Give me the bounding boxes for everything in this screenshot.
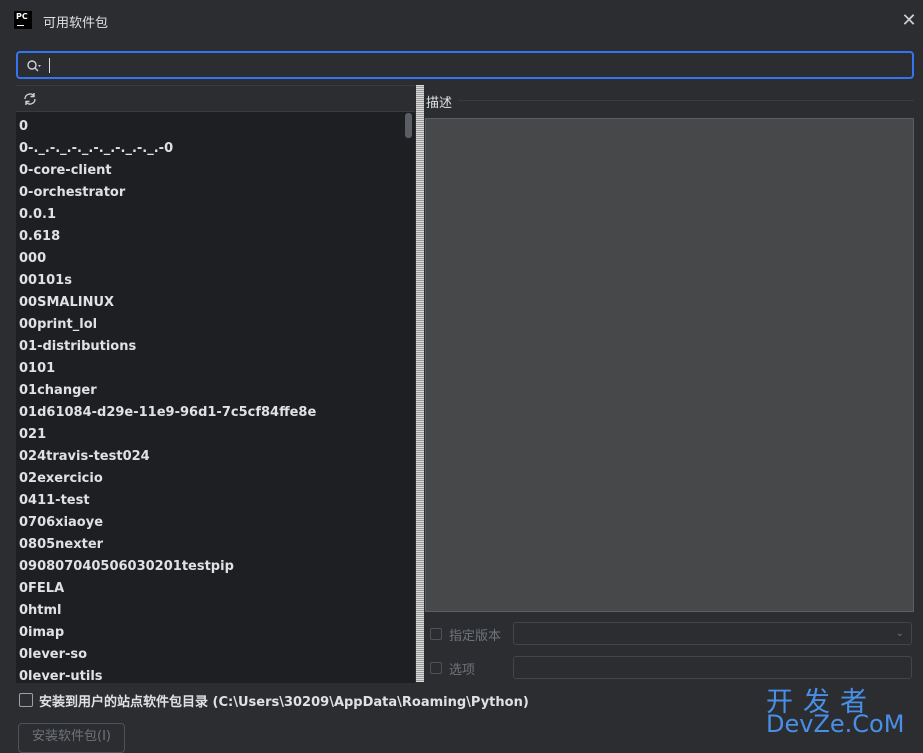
install-to-user-label[interactable]: 安装到用户的站点软件包目录 (C:\Users\30209\AppData\Ro…: [39, 691, 529, 710]
options-label: 选项: [449, 663, 476, 678]
close-icon[interactable]: ✕: [899, 11, 919, 31]
package-list: 0 0-._.-._.-._.-._.-._.-._.-0 0-core-clien…: [16, 112, 404, 682]
options-input[interactable]: [513, 656, 912, 679]
description-area: [425, 118, 914, 612]
list-item[interactable]: 0411-test: [19, 490, 90, 512]
list-item[interactable]: 0.618: [19, 226, 60, 248]
list-item[interactable]: 00print_lol: [19, 314, 97, 336]
package-list-panel: 0 0-._.-._.-._.-._.-._.-._.-0 0-core-clien…: [16, 85, 415, 683]
search-input[interactable]: [16, 51, 914, 79]
list-item[interactable]: 01d61084-d29e-11e9-96d1-7c5cf84ffe8e: [19, 402, 316, 424]
list-item[interactable]: 0706xiaoye: [19, 512, 103, 534]
watermark-logo: 开发者 DevZe.CoM: [766, 680, 916, 742]
refresh-icon[interactable]: [22, 91, 38, 107]
window-title: 可用软件包: [43, 16, 109, 31]
title-bar: PC 可用软件包 ✕: [0, 0, 923, 42]
list-item[interactable]: 02exercicio: [19, 468, 103, 490]
list-item[interactable]: 01changer: [19, 380, 97, 402]
list-item[interactable]: 00101s: [19, 270, 72, 292]
list-item[interactable]: 0-._.-._.-._.-._.-._.-._.-0: [19, 138, 173, 160]
list-item[interactable]: 0101: [19, 358, 55, 380]
list-item[interactable]: 0.0.1: [19, 204, 56, 226]
list-item[interactable]: 0-core-client: [19, 160, 112, 182]
list-item[interactable]: 000: [19, 248, 46, 270]
list-item[interactable]: 01-distributions: [19, 336, 136, 358]
list-item[interactable]: 0lever-so: [19, 644, 87, 666]
list-toolbar: [16, 86, 415, 112]
search-icon[interactable]: [26, 58, 42, 74]
list-item[interactable]: 0lever-utils: [19, 666, 103, 682]
options-checkbox[interactable]: [430, 662, 442, 674]
specify-version-label: 指定版本: [449, 629, 502, 644]
install-package-button[interactable]: 安装软件包(I): [18, 723, 125, 753]
list-item[interactable]: 024travis-test024: [19, 446, 150, 468]
description-label: 描述: [426, 96, 453, 111]
install-to-user-checkbox[interactable]: [19, 693, 33, 707]
list-item[interactable]: 021: [19, 424, 46, 446]
list-item[interactable]: 0: [19, 116, 28, 138]
scrollbar-thumb[interactable]: [405, 113, 412, 138]
list-item[interactable]: 0imap: [19, 622, 64, 644]
list-item[interactable]: 0-orchestrator: [19, 182, 125, 204]
description-divider: [458, 100, 914, 101]
text-caret: [49, 58, 50, 73]
pycharm-logo-icon: PC: [14, 11, 32, 29]
watermark-line2: DevZe.CoM: [766, 710, 905, 738]
list-item[interactable]: 0html: [19, 600, 62, 622]
list-item[interactable]: 090807040506030201testpip: [19, 556, 234, 578]
list-item[interactable]: 00SMALINUX: [19, 292, 114, 314]
specify-version-checkbox[interactable]: [430, 628, 442, 640]
list-item[interactable]: 0805nexter: [19, 534, 103, 556]
pane-splitter[interactable]: [416, 85, 424, 682]
list-item[interactable]: 0FELA: [19, 578, 64, 600]
chevron-down-icon: ⌄: [895, 628, 904, 639]
version-select[interactable]: ⌄: [513, 622, 912, 645]
